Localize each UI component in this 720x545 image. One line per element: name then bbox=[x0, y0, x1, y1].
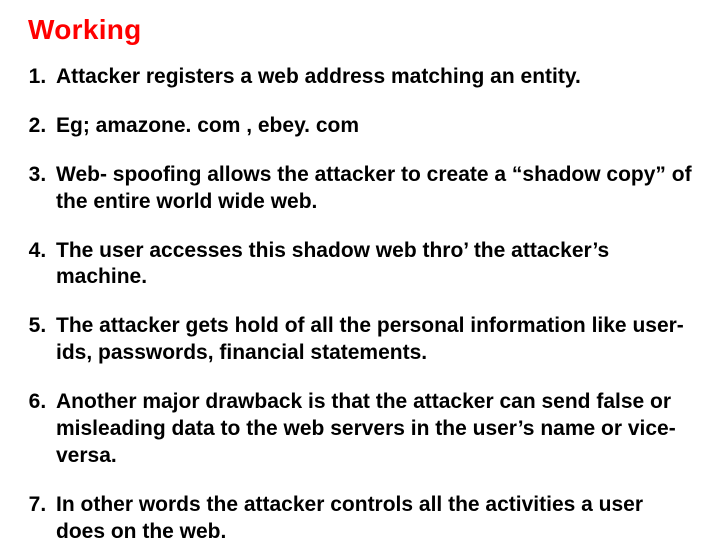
section-heading: Working bbox=[28, 14, 692, 46]
list-item: The user accesses this shadow web thro’ … bbox=[52, 238, 692, 292]
list-item: In other words the attacker controls all… bbox=[52, 492, 692, 545]
numbered-list: Attacker registers a web address matchin… bbox=[28, 64, 692, 545]
list-item: Attacker registers a web address matchin… bbox=[52, 64, 692, 91]
slide: Working Attacker registers a web address… bbox=[0, 0, 720, 540]
list-item: Web- spoofing allows the attacker to cre… bbox=[52, 162, 692, 216]
list-item: The attacker gets hold of all the person… bbox=[52, 313, 692, 367]
list-item: Another major drawback is that the attac… bbox=[52, 389, 692, 470]
list-item: Eg; amazone. com , ebey. com bbox=[52, 113, 692, 140]
